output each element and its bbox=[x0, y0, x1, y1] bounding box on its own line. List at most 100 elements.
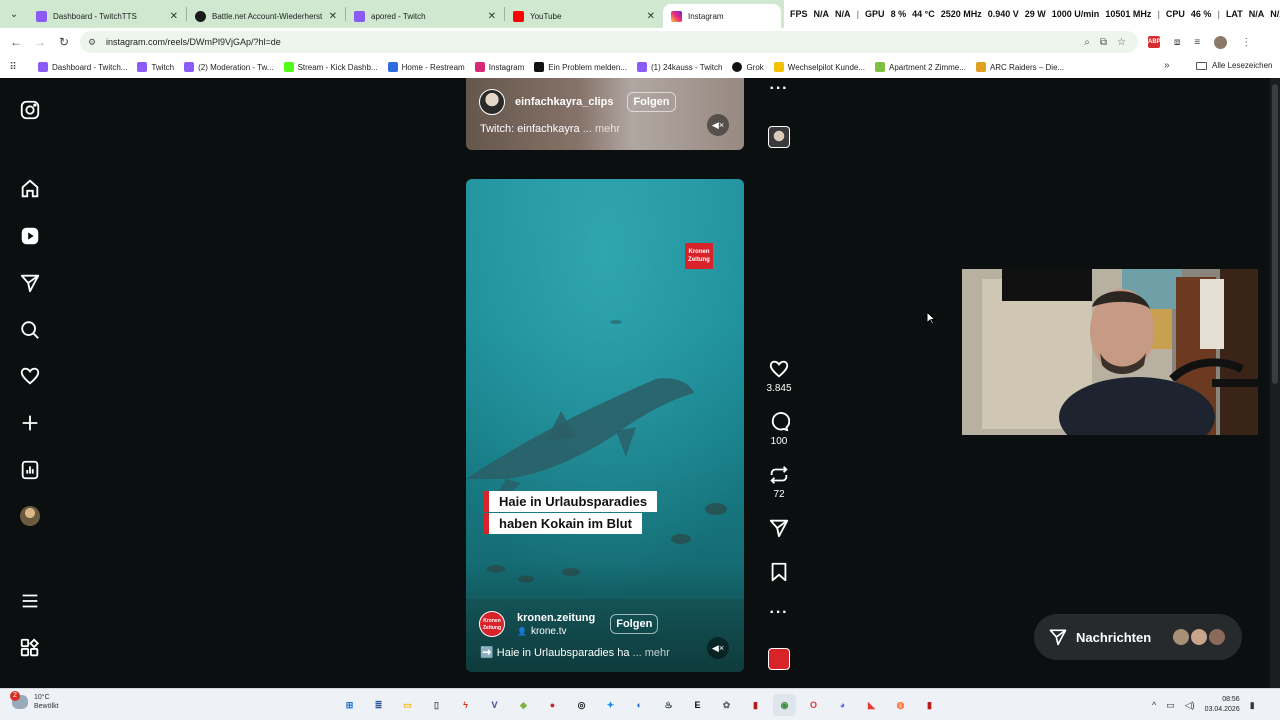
mute-icon[interactable]: ◀× bbox=[707, 637, 729, 659]
battlenet-icon[interactable]: ✦ bbox=[599, 694, 622, 716]
red-logo-icon[interactable]: ◣ bbox=[860, 694, 883, 716]
tray-overflow-icon[interactable]: ^ bbox=[1152, 700, 1156, 710]
forward-arrow-icon[interactable]: → bbox=[28, 30, 52, 54]
bookmark-item[interactable]: Twitch bbox=[137, 62, 174, 72]
caption-more-link[interactable]: ... mehr bbox=[633, 647, 670, 659]
reel-username[interactable]: einfachkayra_clips bbox=[515, 96, 613, 108]
close-icon[interactable]: ✕ bbox=[329, 11, 337, 22]
red-app-icon[interactable]: ϟ bbox=[454, 694, 477, 716]
address-bar[interactable]: ⚙ instagram.com/reels/DWmPl9VjGAp/?hl=de… bbox=[80, 31, 1138, 53]
avatar[interactable]: Kronen Zeitung bbox=[479, 611, 505, 637]
like-button[interactable]: 3.845 bbox=[764, 358, 794, 394]
reel-audio-thumb[interactable] bbox=[764, 648, 794, 670]
media-control-icon[interactable]: ≡ bbox=[1194, 37, 1200, 48]
bookmark-star-icon[interactable]: ☆ bbox=[1117, 37, 1126, 48]
site-info-icon[interactable]: ⚙ bbox=[88, 37, 98, 47]
reel-caption[interactable]: ➡️ Haie in Urlaubsparadies ha ... mehr bbox=[480, 646, 670, 659]
all-bookmarks-button[interactable]: Alle Lesezeichen bbox=[1196, 61, 1272, 70]
menu-hamburger-icon[interactable] bbox=[18, 589, 42, 613]
avatar[interactable] bbox=[479, 89, 505, 115]
back-arrow-icon[interactable]: ← bbox=[4, 30, 28, 54]
profile-avatar[interactable] bbox=[1214, 35, 1228, 49]
tab-search-chevron-icon[interactable]: ⌄ bbox=[0, 0, 28, 28]
browser-menu-icon[interactable]: ⋮ bbox=[1241, 37, 1251, 48]
bookmark-item[interactable]: Home - Restream bbox=[387, 62, 465, 72]
repost-button[interactable]: 72 bbox=[764, 464, 794, 500]
reload-icon[interactable]: ↻ bbox=[52, 30, 76, 54]
follow-button[interactable]: Folgen bbox=[627, 92, 676, 112]
caption-more-link[interactable]: ... mehr bbox=[583, 123, 620, 135]
clock[interactable]: 08:56 03.04.2026 bbox=[1205, 695, 1240, 715]
reel-username[interactable]: kronen.zeitung bbox=[517, 612, 595, 624]
volume-icon[interactable]: ◁) bbox=[1185, 700, 1195, 711]
bookmark-item[interactable]: Grok bbox=[732, 62, 764, 72]
file-explorer-icon[interactable]: ▭ bbox=[396, 694, 419, 716]
instagram-logo-icon[interactable] bbox=[18, 98, 42, 122]
stream-app-icon[interactable]: ▮ bbox=[744, 694, 767, 716]
steam-icon[interactable]: ♨ bbox=[657, 694, 680, 716]
discord-icon[interactable]: ◕ bbox=[831, 694, 854, 716]
comment-button[interactable]: 100 bbox=[764, 411, 794, 447]
bookmark-item[interactable]: Instagram bbox=[474, 62, 524, 72]
obs-icon[interactable]: ◎ bbox=[570, 694, 593, 716]
tab-instagram[interactable]: Instagram bbox=[663, 4, 781, 28]
search-icon[interactable] bbox=[18, 318, 42, 342]
reels-icon[interactable] bbox=[18, 224, 42, 248]
bookmark-item[interactable]: (1) 24kauss - Twitch bbox=[637, 62, 722, 72]
bookmarks-overflow-icon[interactable]: » bbox=[1164, 60, 1170, 71]
firefox-icon[interactable]: ◍ bbox=[889, 694, 912, 716]
zoom-icon[interactable]: ⌕ bbox=[1084, 37, 1090, 48]
mute-icon[interactable]: ◀× bbox=[707, 114, 729, 136]
notification-center-icon[interactable]: ▮ bbox=[1250, 700, 1255, 711]
bookmark-item[interactable]: Stream - Kick Dashb... bbox=[283, 62, 378, 72]
v-app-icon[interactable]: V bbox=[483, 694, 506, 716]
rec-app-icon[interactable]: ● bbox=[541, 694, 564, 716]
reel-top-audio-thumb[interactable] bbox=[764, 126, 794, 148]
weather-widget[interactable]: 2 10°C Bewölkt bbox=[10, 691, 59, 711]
tab-dashboard-twitchtts[interactable]: Dashboard - TwitchTTS ✕ bbox=[28, 4, 186, 28]
game-app-icon[interactable]: ◆ bbox=[512, 694, 535, 716]
tab-apored-twitch[interactable]: apored - Twitch ✕ bbox=[346, 4, 504, 28]
messages-button[interactable]: Nachrichten bbox=[1034, 614, 1242, 660]
more-apps-icon[interactable] bbox=[18, 636, 42, 660]
stream-app-2-icon[interactable]: ▮ bbox=[918, 694, 941, 716]
direct-messages-icon[interactable] bbox=[18, 271, 42, 295]
insights-icon[interactable] bbox=[18, 458, 42, 482]
tab-youtube[interactable]: YouTube ✕ bbox=[505, 4, 663, 28]
reel-card-current[interactable]: Kronen Zeitung Haie in Urlaubsparadies ha… bbox=[466, 179, 744, 672]
page-scrollbar[interactable] bbox=[1270, 78, 1280, 688]
windows-start-icon[interactable]: ⊞ bbox=[338, 694, 361, 716]
notifications-heart-icon[interactable] bbox=[18, 364, 42, 388]
notes-app-icon[interactable]: ≣ bbox=[367, 694, 390, 716]
install-app-icon[interactable]: ⧉ bbox=[1100, 37, 1107, 48]
tab-battlenet[interactable]: Battle.net Account-Wiederherst ✕ bbox=[187, 4, 345, 28]
network-icon[interactable]: ▭ bbox=[1166, 700, 1175, 711]
opera-icon[interactable]: O bbox=[802, 694, 825, 716]
reel-top-more-button[interactable]: ··· bbox=[764, 81, 794, 97]
close-icon[interactable]: ✕ bbox=[647, 11, 655, 22]
close-icon[interactable]: ✕ bbox=[170, 11, 178, 22]
bookmark-item[interactable]: Dashboard - Twitch... bbox=[38, 62, 127, 72]
mouse-app-icon[interactable]: ▯ bbox=[425, 694, 448, 716]
uplay-icon[interactable]: ◐ bbox=[628, 694, 651, 716]
epic-games-icon[interactable]: E bbox=[686, 694, 709, 716]
bookmark-item[interactable]: (2) Moderation - Tw... bbox=[184, 62, 274, 72]
settings-app-icon[interactable]: ✿ bbox=[715, 694, 738, 716]
create-plus-icon[interactable] bbox=[18, 411, 42, 435]
bookmark-item[interactable]: Ein Problem melden... bbox=[534, 62, 627, 72]
chrome-icon[interactable]: ◉ bbox=[773, 694, 796, 716]
follow-button[interactable]: Folgen bbox=[610, 614, 659, 634]
apps-grid-icon[interactable]: ⠿ bbox=[0, 62, 26, 73]
reel-card-previous[interactable]: einfachkayra_clips Folgen Twitch: einfac… bbox=[466, 78, 744, 150]
adblock-icon[interactable]: ABP bbox=[1148, 36, 1161, 48]
reel-caption[interactable]: Twitch: einfachkayra ... mehr bbox=[480, 123, 620, 135]
bookmark-item[interactable]: Wechselpilot Kunde... bbox=[773, 62, 865, 72]
bookmark-item[interactable]: ARC Raiders – Die... bbox=[975, 62, 1064, 72]
extensions-icon[interactable]: ⧈ bbox=[1174, 37, 1180, 48]
home-icon[interactable] bbox=[18, 177, 42, 201]
close-icon[interactable]: ✕ bbox=[488, 11, 496, 22]
save-button[interactable] bbox=[764, 561, 794, 583]
share-button[interactable] bbox=[764, 517, 794, 539]
collab-user[interactable]: 👤 krone.tv bbox=[517, 626, 595, 637]
scrollbar-thumb[interactable] bbox=[1272, 84, 1278, 384]
